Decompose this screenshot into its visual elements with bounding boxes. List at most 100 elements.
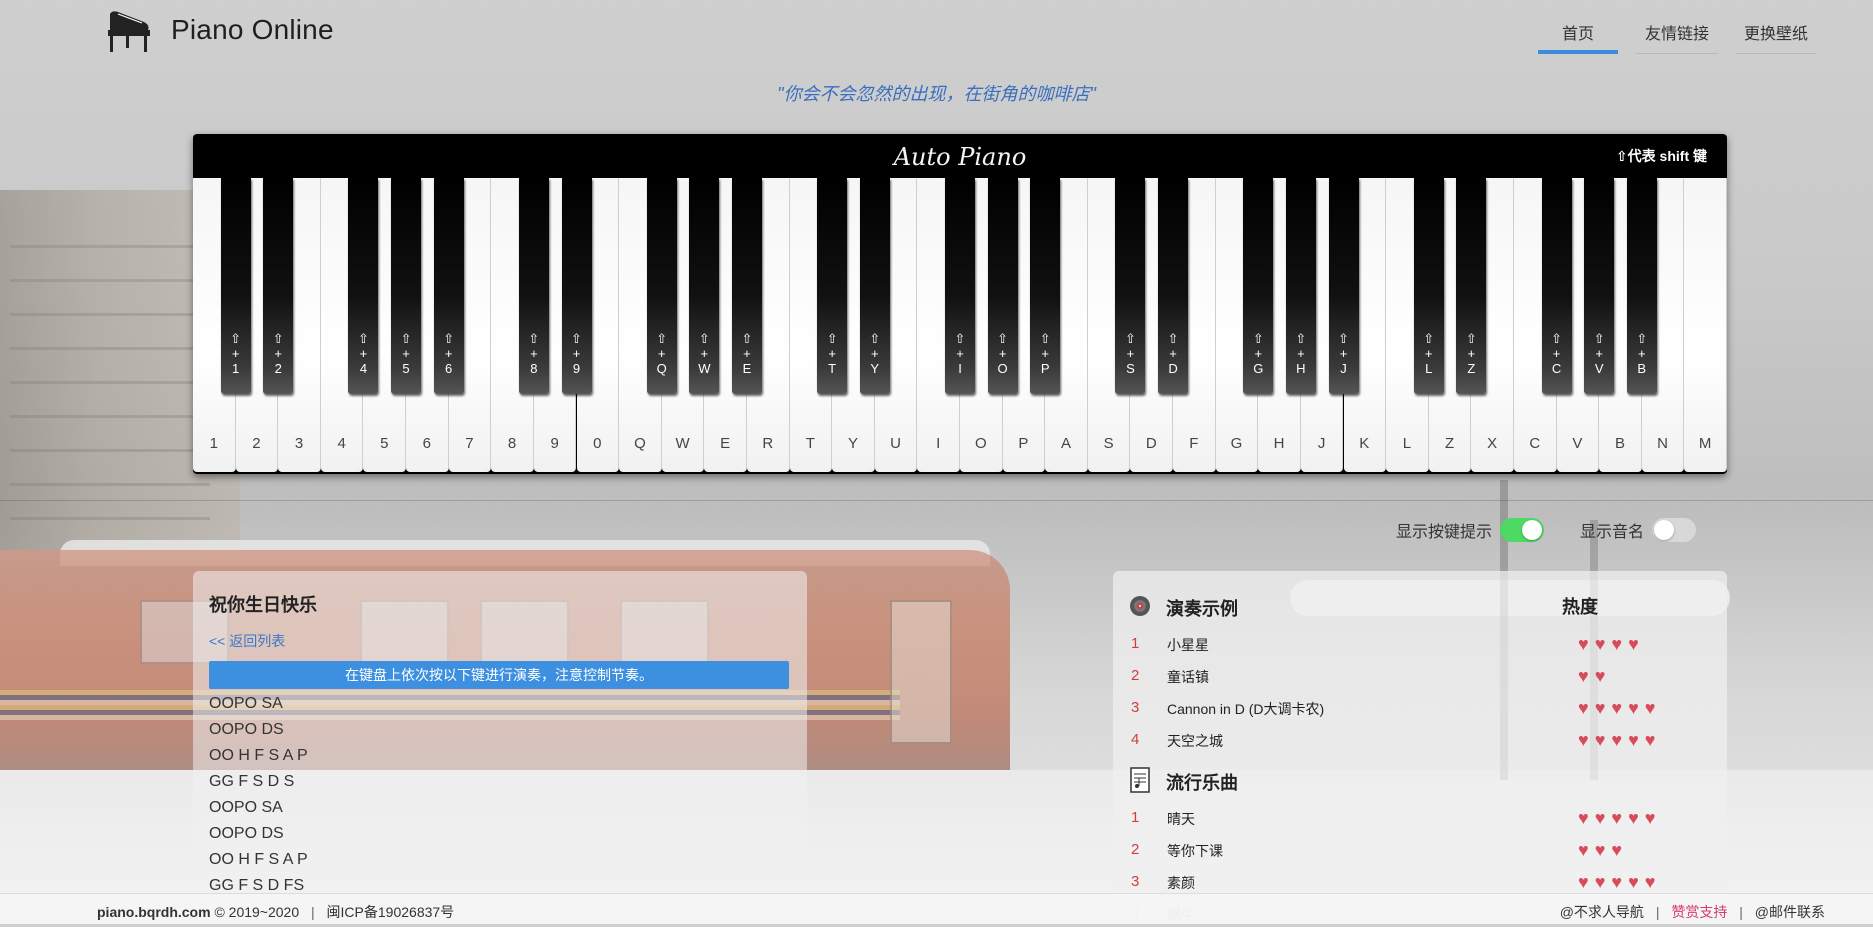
list-item[interactable]: 1 晴天 ♥♥♥♥♥ — [1129, 808, 1709, 831]
score-line: OOPO DS — [209, 721, 284, 738]
heat-hearts: ♥♥♥ — [1578, 840, 1629, 860]
note-name-switch[interactable] — [1652, 518, 1696, 542]
list-item[interactable]: 2 童话镇 ♥♥ — [1129, 666, 1709, 689]
heat-column-title: 热度 — [1562, 597, 1598, 617]
background-train-door — [890, 600, 952, 744]
black-key-label: ⇧ + T — [826, 331, 838, 376]
list-item-number: 2 — [1131, 841, 1140, 858]
footer-separator: | — [1655, 904, 1660, 920]
footer-link-nav[interactable]: @不求人导航 — [1560, 904, 1644, 920]
song-list-panel: 演奏示例 热度 1 小星星 ♥♥♥♥ 2 童话镇 ♥♥ 3 Cannon in … — [1113, 571, 1727, 924]
song-title: 祝你生日快乐 — [209, 595, 317, 615]
lyric-quote: "你会不会忽然的出现，在街角的咖啡店" — [777, 84, 1096, 104]
black-key[interactable]: ⇧ + H — [1285, 178, 1316, 394]
nav-home-label: 首页 — [1561, 26, 1594, 43]
black-key[interactable]: ⇧ + G — [1243, 178, 1274, 394]
nav-home[interactable]: 首页 — [1538, 14, 1618, 54]
white-key-label: O — [974, 435, 987, 452]
white-key[interactable]: M — [1684, 178, 1727, 472]
black-key[interactable]: ⇧ + 9 — [561, 178, 592, 394]
list-item[interactable]: 1 小星星 ♥♥♥♥ — [1129, 634, 1709, 657]
list-item-name: Cannon in D (D大调卡农) — [1167, 701, 1325, 717]
black-key-label: ⇧ + H — [1295, 331, 1307, 376]
black-key[interactable]: ⇧ + W — [689, 178, 720, 394]
nav-friend-links[interactable]: 友情链接 — [1636, 14, 1718, 54]
score-line: OO H F S A P — [209, 747, 308, 764]
black-key[interactable]: ⇧ + 1 — [220, 178, 251, 394]
white-key-label: T — [805, 435, 815, 452]
black-key[interactable]: ⇧ + S — [1115, 178, 1146, 394]
black-key[interactable]: ⇧ + V — [1584, 178, 1615, 394]
white-key-label: 9 — [550, 435, 559, 452]
list-item-number: 2 — [1131, 667, 1140, 684]
list-item-number: 1 — [1131, 635, 1140, 652]
black-key[interactable]: ⇧ + 2 — [263, 178, 294, 394]
heat-hearts: ♥♥♥♥♥ — [1578, 808, 1662, 828]
list-item-number: 4 — [1131, 731, 1140, 748]
black-key[interactable]: ⇧ + 6 — [433, 178, 464, 394]
white-key-label: 6 — [422, 435, 432, 452]
footer-left: piano.bqrdh.com © 2019~2020 | 闽ICP备19026… — [97, 902, 454, 922]
footer-domain[interactable]: piano.bqrdh.com — [97, 904, 211, 920]
key-hint-toggle-row: 显示按键提示 — [1396, 518, 1546, 544]
grand-piano-icon[interactable] — [104, 8, 154, 54]
black-key-label: ⇧ + 8 — [528, 331, 540, 376]
footer-link-email[interactable]: @邮件联系 — [1755, 904, 1825, 920]
black-key-label: ⇧ + 6 — [443, 331, 455, 376]
nav-underline — [1636, 53, 1718, 54]
black-key[interactable]: ⇧ + Y — [859, 178, 890, 394]
black-key[interactable]: ⇧ + 5 — [391, 178, 422, 394]
site-title[interactable]: Piano Online — [171, 14, 334, 46]
black-key-label: ⇧ + C — [1551, 331, 1562, 376]
black-key[interactable]: ⇧ + 4 — [348, 178, 379, 394]
list-item-number: 1 — [1131, 809, 1140, 826]
white-key-label: U — [890, 435, 901, 452]
score-line: OO H F S A P — [209, 851, 308, 868]
black-key-label: ⇧ + 1 — [230, 331, 242, 376]
white-key-label: A — [1061, 435, 1072, 452]
black-key[interactable]: ⇧ + E — [731, 178, 762, 394]
black-key[interactable]: ⇧ + B — [1626, 178, 1657, 394]
white-key-label: 3 — [294, 435, 304, 452]
key-hint-switch[interactable] — [1500, 518, 1544, 542]
site-footer: piano.bqrdh.com © 2019~2020 | 闽ICP备19026… — [0, 893, 1873, 924]
white-key-label: P — [1018, 435, 1029, 452]
nav-friend-links-label: 友情链接 — [1644, 26, 1709, 43]
black-key[interactable]: ⇧ + C — [1541, 178, 1572, 394]
song-panel: 祝你生日快乐 << 返回列表 在键盘上依次按以下键进行演奏，注意控制节奏。 OO… — [193, 571, 807, 923]
list-item[interactable]: 3 素颜 ♥♥♥♥♥ — [1129, 872, 1709, 895]
black-key-label: ⇧ + Z — [1465, 331, 1477, 376]
nav-change-wallpaper[interactable]: 更换壁纸 — [1736, 14, 1816, 54]
key-hint-label: 显示按键提示 — [1396, 524, 1493, 541]
heat-hearts: ♥♥♥♥♥ — [1578, 872, 1662, 892]
black-key-label: ⇧ + E — [741, 331, 753, 376]
black-key[interactable]: ⇧ + T — [817, 178, 848, 394]
black-key[interactable]: ⇧ + 8 — [518, 178, 549, 394]
black-key[interactable]: ⇧ + J — [1328, 178, 1359, 394]
black-key-label: ⇧ + I — [954, 331, 966, 376]
black-key[interactable]: ⇧ + L — [1413, 178, 1444, 394]
list-item[interactable]: 4 天空之城 ♥♥♥♥♥ — [1129, 730, 1709, 753]
black-key[interactable]: ⇧ + I — [945, 178, 975, 394]
piano-keyboard: Auto Piano ⇧代表 shift 键 1 2 3 4 5 6 7 8 9 0 Q W E R T Y U… — [193, 134, 1727, 474]
list-item-name: 晴天 — [1167, 811, 1195, 827]
black-key-label: ⇧ + 4 — [357, 331, 369, 376]
footer-link-donate[interactable]: 赞赏支持 — [1671, 904, 1727, 920]
list-item[interactable]: 2 等你下课 ♥♥♥ — [1129, 840, 1709, 863]
list-item[interactable]: 3 Cannon in D (D大调卡农) ♥♥♥♥♥ — [1129, 698, 1709, 721]
footer-icp[interactable]: 闽ICP备19026837号 — [327, 904, 455, 920]
white-key-label: 8 — [507, 435, 517, 452]
black-key-label: ⇧ + O — [997, 331, 1009, 376]
black-key[interactable]: ⇧ + Q — [646, 178, 677, 394]
note-name-label: 显示音名 — [1580, 524, 1645, 541]
white-key-label: 1 — [209, 435, 218, 452]
black-key-label: ⇧ + 5 — [400, 331, 412, 376]
black-key[interactable]: ⇧ + P — [1030, 178, 1061, 394]
white-key-label: N — [1657, 435, 1668, 452]
black-key[interactable]: ⇧ + D — [1158, 178, 1189, 394]
black-key[interactable]: ⇧ + O — [987, 178, 1018, 394]
white-key-label: 5 — [380, 435, 389, 452]
back-to-list-link[interactable]: << 返回列表 — [209, 631, 285, 651]
black-key-label: ⇧ + Y — [869, 331, 881, 376]
black-key[interactable]: ⇧ + Z — [1456, 178, 1487, 394]
